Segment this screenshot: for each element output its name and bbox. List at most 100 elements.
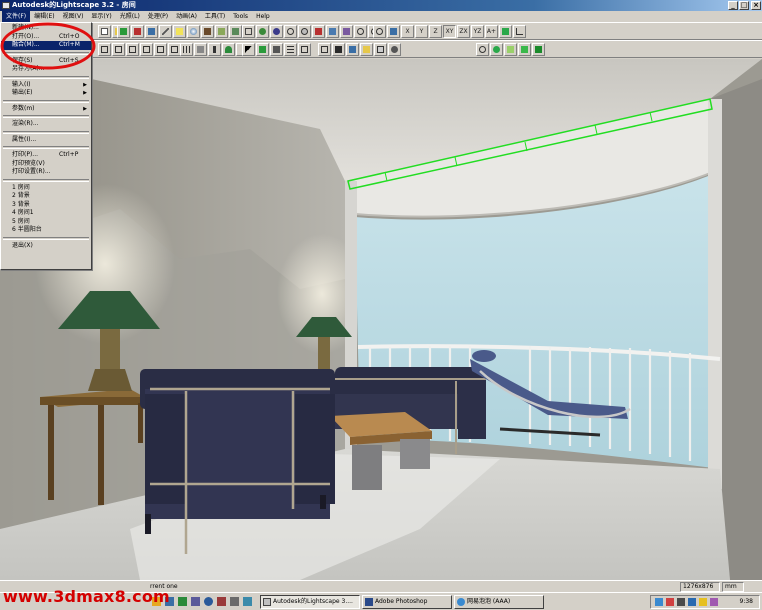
menu-recent-5[interactable]: 5 房间	[1, 218, 91, 227]
wall-icon[interactable]	[194, 43, 207, 56]
menu-edit[interactable]: 编辑(E)	[30, 11, 58, 22]
quicklaunch-media-icon[interactable]	[178, 597, 187, 606]
task-lightscape[interactable]: Autodesk的Lightscape 3....	[260, 595, 360, 609]
tray-popo-icon[interactable]	[655, 598, 663, 606]
settings-icon[interactable]	[388, 43, 401, 56]
render-wire-icon[interactable]	[476, 43, 489, 56]
menu-open[interactable]: 打开(O)... Ctrl+O	[1, 33, 91, 42]
quicklaunch-app-icon[interactable]	[191, 597, 200, 606]
menu-recent-6[interactable]: 6 半圆阳台	[1, 226, 91, 235]
layers-icon[interactable]	[117, 25, 130, 38]
menu-recent-4[interactable]: 4 房间1	[1, 209, 91, 218]
sphere-icon[interactable]	[187, 25, 200, 38]
menu-new[interactable]: 新建(N)...	[1, 24, 91, 33]
menu-exit[interactable]: 退出(X)	[1, 242, 91, 251]
box5-icon[interactable]	[154, 43, 167, 56]
select-question-icon[interactable]	[256, 43, 269, 56]
menu-tools-cn[interactable]: 工具(T)	[201, 11, 229, 22]
box4-icon[interactable]	[140, 43, 153, 56]
title-bar[interactable]: Autodesk的Lightscape 3.2 - 房间 _ □ ×	[0, 0, 762, 11]
maximize-button[interactable]: □	[739, 1, 749, 10]
menu-file[interactable]: 文件(F)	[2, 11, 31, 22]
box-icon[interactable]	[98, 43, 111, 56]
tray-volume-icon[interactable]	[699, 598, 707, 606]
menu-process[interactable]: 处理(P)	[144, 11, 172, 22]
orbit-icon[interactable]	[256, 25, 269, 38]
menu-print-setup[interactable]: 打印设置(R)...	[1, 168, 91, 177]
new-icon[interactable]	[98, 25, 111, 38]
quicklaunch-desktop-icon[interactable]	[243, 597, 252, 606]
luminaire-icon[interactable]	[360, 43, 373, 56]
box3-icon[interactable]	[126, 43, 139, 56]
render-solid-icon[interactable]	[490, 43, 503, 56]
task-photoshop[interactable]: Adobe Photoshop	[362, 595, 452, 609]
zoom-window-icon[interactable]	[298, 25, 311, 38]
menu-display[interactable]: 显示(Y)	[87, 11, 115, 22]
view-y-button[interactable]: Y	[415, 25, 428, 38]
menu-help[interactable]: Help	[252, 11, 274, 22]
view-x-button[interactable]: X	[401, 25, 414, 38]
tray-network-icon[interactable]	[677, 598, 685, 606]
minimize-button[interactable]: _	[728, 1, 738, 10]
texture-icon[interactable]	[201, 25, 214, 38]
edit-icon[interactable]	[270, 43, 283, 56]
box2-icon[interactable]	[112, 43, 125, 56]
menu-recent-2[interactable]: 2 背景	[1, 192, 91, 201]
angle-icon[interactable]	[513, 25, 526, 38]
tray-qq-icon[interactable]	[688, 598, 696, 606]
layer-icon[interactable]	[374, 43, 387, 56]
menu-print[interactable]: 打印(P)... Ctrl+P	[1, 151, 91, 160]
menu-save[interactable]: 保存(S) Ctrl+S	[1, 57, 91, 66]
person-icon[interactable]	[208, 43, 221, 56]
navigate-icon[interactable]	[242, 25, 255, 38]
menu-view[interactable]: 视图(V)	[59, 11, 88, 22]
blocks-icon[interactable]	[145, 25, 158, 38]
pan-icon[interactable]	[312, 25, 325, 38]
render-texture-icon[interactable]	[518, 43, 531, 56]
stop-icon[interactable]	[332, 43, 345, 56]
menu-merge[interactable]: 融合(M)... Ctrl+M	[1, 41, 91, 50]
menu-parameters[interactable]: 参数(m) ▶	[1, 105, 91, 114]
menu-tools[interactable]: Tools	[229, 11, 252, 22]
zoom-in-icon[interactable]	[373, 25, 386, 38]
rotate-icon[interactable]	[270, 25, 283, 38]
tray-shield-icon[interactable]	[666, 598, 674, 606]
view-z-button[interactable]: Z	[429, 25, 442, 38]
picture-icon[interactable]	[215, 25, 228, 38]
walk-icon[interactable]	[340, 25, 353, 38]
menu-light[interactable]: 光照(L)	[116, 11, 144, 22]
view-xy-button[interactable]: XY	[443, 25, 456, 38]
menu-recent-3[interactable]: 3 背景	[1, 201, 91, 210]
tree-icon[interactable]	[222, 43, 235, 56]
pencil-icon[interactable]	[159, 25, 172, 38]
fly-icon[interactable]	[326, 25, 339, 38]
render-shaded-icon[interactable]	[504, 43, 517, 56]
zoom-icon[interactable]	[284, 25, 297, 38]
image-icon[interactable]	[229, 25, 242, 38]
render-full-icon[interactable]	[532, 43, 545, 56]
app-icon[interactable]	[2, 2, 10, 9]
quicklaunch-tool-icon[interactable]	[217, 597, 226, 606]
menu-import[interactable]: 输入(I) ▶	[1, 81, 91, 90]
view-image-icon[interactable]	[387, 25, 400, 38]
menu-save-as[interactable]: 另存为(A)...	[1, 65, 91, 74]
menu-animation[interactable]: 动画(A)	[172, 11, 201, 22]
list-icon[interactable]	[284, 43, 297, 56]
material-edit-icon[interactable]	[346, 43, 359, 56]
menu-print-preview[interactable]: 打印预览(V)	[1, 160, 91, 169]
view-yz-button[interactable]: YZ	[471, 25, 484, 38]
menu-recent-1[interactable]: 1 房间	[1, 184, 91, 193]
mesh-icon[interactable]	[298, 43, 311, 56]
light-icon[interactable]	[173, 25, 186, 38]
close-button[interactable]: ×	[751, 1, 761, 10]
materials-icon[interactable]	[131, 25, 144, 38]
view-zx-button[interactable]: ZX	[457, 25, 470, 38]
quicklaunch-globe-icon[interactable]	[204, 597, 213, 606]
process-icon[interactable]	[318, 43, 331, 56]
menu-properties[interactable]: 属性(I)...	[1, 136, 91, 145]
render-viewport[interactable]	[0, 59, 762, 580]
zoom-extents-icon[interactable]	[354, 25, 367, 38]
grid-icon[interactable]	[180, 43, 193, 56]
quicklaunch-misc-icon[interactable]	[230, 597, 239, 606]
select-arrow-icon[interactable]	[242, 43, 255, 56]
